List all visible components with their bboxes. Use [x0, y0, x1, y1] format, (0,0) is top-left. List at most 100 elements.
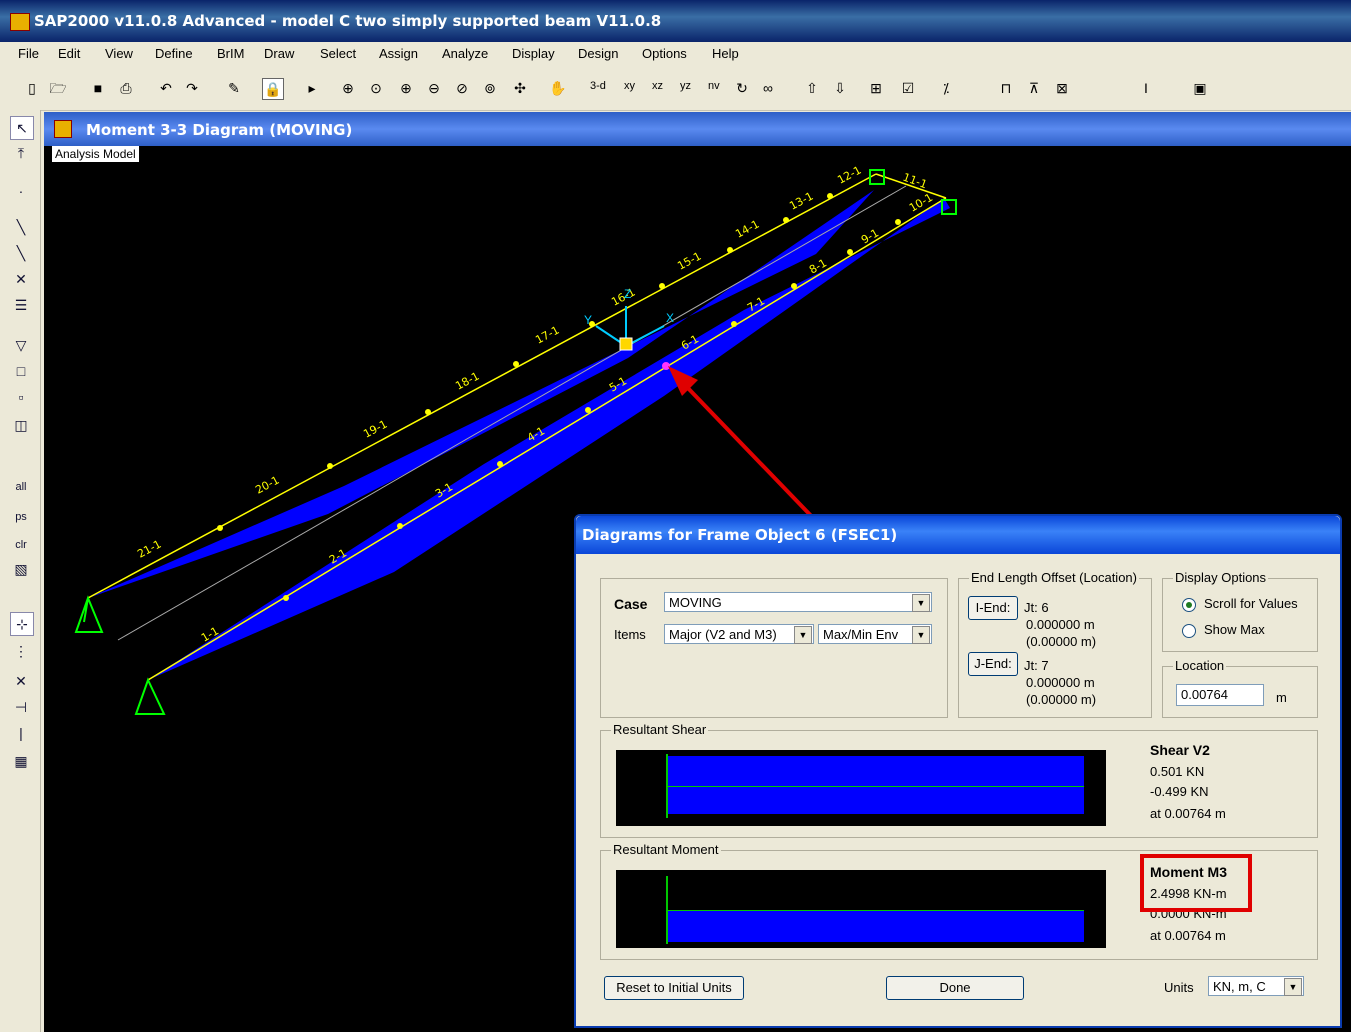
items-select[interactable]: Major (V2 and M3) ▼ [664, 624, 814, 644]
menu-define[interactable]: Define [155, 46, 193, 61]
i-end-button[interactable]: I-End: [968, 596, 1018, 620]
new-file-icon[interactable]: ▯ [22, 78, 42, 98]
save-icon[interactable]: ■ [88, 78, 108, 98]
frame-draw-icon[interactable]: ⊓ [996, 78, 1016, 98]
axis-origin-cube [619, 337, 633, 351]
draw-brace-icon[interactable]: ✕ [10, 268, 32, 290]
location-input[interactable]: 0.00764 [1176, 684, 1264, 706]
view-yz-button[interactable]: yz [680, 80, 691, 92]
case-label: Case [614, 596, 648, 612]
view-xy-button[interactable]: xy [624, 80, 635, 92]
moment-plot[interactable] [616, 870, 1106, 948]
view-nv-button[interactable]: nv [708, 80, 720, 92]
pan-tool-icon[interactable]: ✣ [510, 78, 530, 98]
scroll-for-values-label[interactable]: Scroll for Values [1204, 596, 1298, 611]
items-label: Items [614, 627, 646, 642]
j-end-button[interactable]: J-End: [968, 652, 1018, 676]
menu-options[interactable]: Options [642, 46, 687, 61]
object-shrink-icon[interactable]: ⊞ [866, 78, 886, 98]
chevron-down-icon[interactable]: ▼ [912, 594, 930, 612]
redo-icon[interactable]: ↷ [182, 78, 202, 98]
set-display-options-icon[interactable]: ☑ [898, 78, 918, 98]
view-3d-button[interactable]: 3-d [590, 80, 606, 92]
run-icon[interactable]: ▸ [302, 78, 322, 98]
draw-joint-icon[interactable]: · [10, 180, 32, 202]
zoom-extents-icon[interactable]: ⊘ [452, 78, 472, 98]
menu-help[interactable]: Help [712, 46, 739, 61]
draw-poly-area-icon[interactable]: ▽ [10, 334, 32, 356]
move-down-icon[interactable]: ⇩ [830, 78, 850, 98]
lock-icon[interactable]: 🔒 [262, 78, 284, 100]
percent-icon[interactable]: ⁒ [936, 78, 956, 98]
case-select[interactable]: MOVING ▼ [664, 592, 932, 612]
chevron-down-icon[interactable]: ▼ [912, 626, 930, 644]
pointer-icon[interactable]: ↖ [10, 116, 34, 140]
select-all-button[interactable]: all [10, 476, 32, 498]
done-button[interactable]: Done [886, 976, 1024, 1000]
zoom-window-icon[interactable]: ⊕ [338, 78, 358, 98]
units-label: Units [1164, 980, 1194, 995]
snap-intersection-icon[interactable]: ✕ [10, 670, 32, 692]
envelope-select-value: Max/Min Env [823, 627, 899, 642]
move-up-icon[interactable]: ⇧ [802, 78, 822, 98]
undo-icon[interactable]: ↶ [156, 78, 176, 98]
units-select-value: KN, m, C [1213, 979, 1266, 994]
view-xz-button[interactable]: xz [652, 80, 663, 92]
chevron-down-icon[interactable]: ▼ [794, 626, 812, 644]
zoom-previous-icon[interactable]: ⊚ [480, 78, 500, 98]
display-settings-icon[interactable]: ▣ [1190, 78, 1210, 98]
menu-analyze[interactable]: Analyze [442, 46, 488, 61]
zoom-restore-icon[interactable]: ⊙ [366, 78, 386, 98]
menu-design[interactable]: Design [578, 46, 618, 61]
chevron-down-icon[interactable]: ▼ [1284, 978, 1302, 996]
perspective-icon[interactable]: ∞ [758, 78, 778, 98]
show-max-label[interactable]: Show Max [1204, 622, 1265, 637]
diagrams-dialog: Diagrams for Frame Object 6 (FSEC1) Case… [574, 514, 1342, 1028]
menu-select[interactable]: Select [320, 46, 356, 61]
clear-select-button[interactable]: clr [10, 534, 32, 556]
draw-section-icon[interactable]: ☰ [10, 294, 32, 316]
rotate-icon[interactable]: ↻ [732, 78, 752, 98]
reshape-icon[interactable]: ⤒ [10, 142, 32, 164]
shear-plot[interactable] [616, 750, 1106, 826]
quick-draw-frame-icon[interactable]: ╲ [10, 242, 32, 264]
display-options-label: Display Options [1173, 570, 1269, 585]
zoom-in-icon[interactable]: ⊕ [396, 78, 416, 98]
snap-fine-grid-icon[interactable]: ▦ [10, 750, 32, 772]
snap-points-icon[interactable]: ⊹ [10, 612, 34, 636]
menu-edit[interactable]: Edit [58, 46, 80, 61]
reset-units-button[interactable]: Reset to Initial Units [604, 976, 744, 1000]
menu-draw[interactable]: Draw [264, 46, 294, 61]
print-icon[interactable]: ⎙ [116, 78, 136, 98]
show-max-radio[interactable] [1182, 624, 1196, 638]
open-folder-icon[interactable]: 🗁 [48, 78, 68, 98]
menu-assign[interactable]: Assign [379, 46, 418, 61]
menu-brim[interactable]: BrIM [217, 46, 244, 61]
selected-joint[interactable] [662, 362, 670, 370]
draw-solid-icon[interactable]: ◫ [10, 414, 32, 436]
dialog-title: Diagrams for Frame Object 6 (FSEC1) [582, 526, 898, 544]
snap-midpoint-icon[interactable]: ⋮ [10, 640, 32, 662]
section-cut-icon[interactable]: I [1136, 78, 1156, 98]
menu-view[interactable]: View [105, 46, 133, 61]
draw-frame-icon[interactable]: ╲ [10, 216, 32, 238]
support-joint-a [74, 595, 104, 633]
intersect-select-icon[interactable]: ▧ [10, 558, 32, 580]
draw-rect-area-icon[interactable]: □ [10, 360, 32, 382]
hand-pan-icon[interactable]: ✋ [548, 78, 568, 98]
bridge-draw-icon[interactable]: ⊠ [1052, 78, 1072, 98]
menu-file[interactable]: File [18, 46, 39, 61]
units-select[interactable]: KN, m, C ▼ [1208, 976, 1304, 996]
scroll-for-values-radio[interactable] [1182, 598, 1196, 612]
truss-draw-icon[interactable]: ⊼ [1024, 78, 1044, 98]
envelope-select[interactable]: Max/Min Env ▼ [818, 624, 932, 644]
pencil-icon[interactable]: ✎ [224, 78, 244, 98]
previous-select-button[interactable]: ps [10, 506, 32, 528]
quick-area-icon[interactable]: ▫ [10, 386, 32, 408]
shear-zero-line [668, 786, 1084, 787]
zoom-out-icon[interactable]: ⊖ [424, 78, 444, 98]
snap-perpendicular-icon[interactable]: ⊣ [10, 696, 32, 718]
moment-location-marker [666, 876, 668, 944]
snap-line-icon[interactable]: | [10, 722, 32, 744]
menu-display[interactable]: Display [512, 46, 555, 61]
